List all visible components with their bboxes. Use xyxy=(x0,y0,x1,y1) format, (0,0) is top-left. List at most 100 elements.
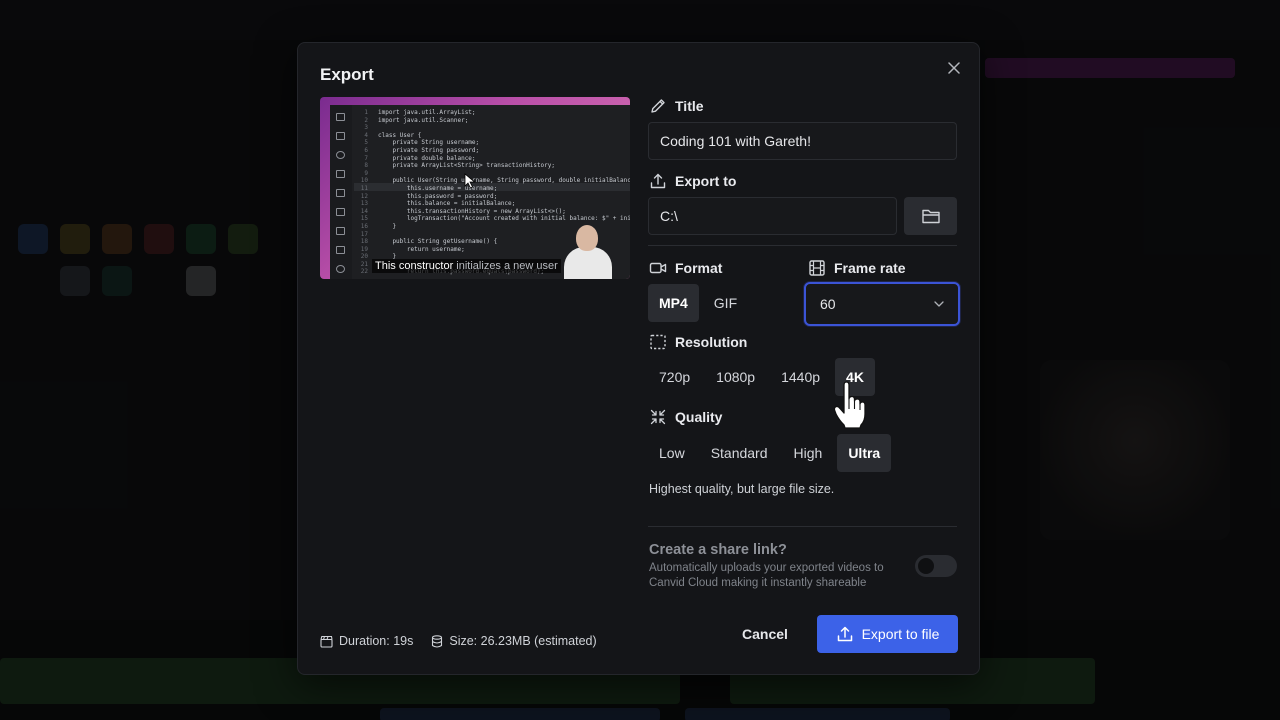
cancel-button[interactable]: Cancel xyxy=(730,615,800,653)
quality-option-ultra[interactable]: Ultra xyxy=(837,434,892,472)
export-to-file-button[interactable]: Export to file xyxy=(817,615,958,653)
line-number: 18 xyxy=(360,238,368,246)
title-input[interactable]: Coding 101 with Gareth! xyxy=(648,122,957,160)
title-label: Title xyxy=(649,97,704,115)
toggle-knob xyxy=(918,558,934,574)
quality-option-low[interactable]: Low xyxy=(648,434,696,472)
dialog-title: Export xyxy=(320,65,374,84)
duration-text: Duration: 19s xyxy=(339,634,414,648)
resolution-option-1440p[interactable]: 1440p xyxy=(770,358,831,396)
export-button-label: Export to file xyxy=(861,626,940,642)
file-icon xyxy=(336,113,345,121)
frame-rate-select[interactable]: 60 xyxy=(804,282,960,326)
preview-editor-sidebar xyxy=(330,105,352,279)
camera-icon xyxy=(336,170,345,178)
format-label-text: Format xyxy=(675,260,723,276)
line-text: } xyxy=(378,222,397,230)
quality-label: Quality xyxy=(649,408,722,426)
line-number: 15 xyxy=(360,215,368,223)
quality-label-text: Quality xyxy=(675,409,723,425)
resolution-label: Resolution xyxy=(649,333,747,351)
line-number: 14 xyxy=(360,207,368,215)
line-number: 5 xyxy=(364,139,368,147)
person-head xyxy=(576,225,598,251)
preview-webcam-person xyxy=(562,221,614,279)
line-number: 16 xyxy=(360,222,368,230)
frame-rate-label-text: Frame rate xyxy=(834,260,906,276)
section-divider xyxy=(648,526,957,527)
code-line: 1 import java.util.ArrayList; xyxy=(354,109,630,117)
resolution-option-1080p[interactable]: 1080p xyxy=(705,358,766,396)
share-link-description: Automatically uploads your exported vide… xyxy=(649,562,884,589)
resolution-option-720p[interactable]: 720p xyxy=(648,358,701,396)
line-text: class User { xyxy=(378,131,422,139)
quality-option-high[interactable]: High xyxy=(783,434,834,472)
resolution-label-text: Resolution xyxy=(675,334,748,350)
upload-icon xyxy=(650,173,666,189)
caption-rest: initializes a new user xyxy=(453,260,558,272)
export-path-input[interactable]: C:\ xyxy=(648,197,897,235)
line-number: 1 xyxy=(364,109,368,116)
line-number: 10 xyxy=(360,177,368,185)
line-text: private String password; xyxy=(378,146,480,154)
preview-cursor-icon xyxy=(464,173,476,189)
line-text: import java.util.ArrayList; xyxy=(378,109,476,116)
line-number: 17 xyxy=(360,230,368,238)
line-number: 11 xyxy=(360,184,368,192)
line-text: public User(String username, String pass… xyxy=(378,177,630,185)
export-to-label-text: Export to xyxy=(675,173,737,189)
line-number: 12 xyxy=(360,192,368,200)
line-number: 6 xyxy=(364,146,368,154)
video-camera-icon xyxy=(649,262,667,274)
title-label-text: Title xyxy=(675,98,704,114)
code-line: 14 this.transactionHistory = new ArrayLi… xyxy=(354,208,630,216)
code-line: 4 class User { xyxy=(354,132,630,140)
line-number: 2 xyxy=(364,116,368,124)
person-body xyxy=(564,247,612,279)
frame-rate-label: Frame rate xyxy=(808,259,906,277)
export-path-value: C:\ xyxy=(660,208,678,224)
line-number: 22 xyxy=(360,268,368,276)
line-text: private double balance; xyxy=(378,154,476,162)
folder-icon xyxy=(336,132,345,140)
code-line: 10 public User(String username, String p… xyxy=(354,177,630,185)
code-line: 13 this.balance = initialBalance; xyxy=(354,200,630,208)
chat-icon xyxy=(336,246,345,254)
preview-caption: This constructor initializes a new user xyxy=(372,259,561,273)
book-icon xyxy=(336,208,345,216)
chevron-down-icon xyxy=(934,301,944,307)
export-to-label: Export to xyxy=(649,172,736,190)
clapperboard-icon xyxy=(320,635,333,648)
line-number: 8 xyxy=(364,162,368,170)
box-icon xyxy=(336,189,345,197)
section-divider xyxy=(648,245,957,246)
line-text: private ArrayList<String> transactionHis… xyxy=(378,162,556,170)
preview-editor: 1 import java.util.ArrayList; 2 import java… xyxy=(330,105,630,279)
browse-folder-button[interactable] xyxy=(904,197,957,235)
video-preview[interactable]: 1 import java.util.ArrayList; 2 import java… xyxy=(320,97,630,279)
code-line: 7 private double balance; xyxy=(354,155,630,163)
export-dialog: Export 1 import java.util.ArrayList; 2 impo… xyxy=(297,42,980,675)
line-text: this.password = password; xyxy=(378,192,498,200)
line-text: public String getUsername() { xyxy=(378,238,498,246)
pencil-icon xyxy=(651,99,665,113)
upload-icon xyxy=(837,626,852,642)
film-icon xyxy=(809,260,825,276)
format-option-gif[interactable]: GIF xyxy=(703,284,748,322)
resolution-icon xyxy=(650,334,666,350)
line-text: import java.util.Scanner; xyxy=(378,116,469,124)
line-text: return username; xyxy=(378,245,465,253)
line-number: 21 xyxy=(360,260,368,268)
frame-rate-value: 60 xyxy=(820,296,836,312)
format-label: Format xyxy=(649,259,722,277)
share-link-toggle[interactable] xyxy=(915,555,957,577)
format-option-mp4[interactable]: MP4 xyxy=(648,284,699,322)
line-number: 7 xyxy=(364,154,368,162)
code-line: 11 this.username = username; xyxy=(354,185,630,193)
quality-option-standard[interactable]: Standard xyxy=(700,434,779,472)
file-icon xyxy=(336,227,345,235)
code-line: 5 private String username; xyxy=(354,139,630,147)
line-number: 20 xyxy=(360,253,368,261)
code-line: 12 this.password = password; xyxy=(354,193,630,201)
close-button[interactable] xyxy=(943,57,965,79)
